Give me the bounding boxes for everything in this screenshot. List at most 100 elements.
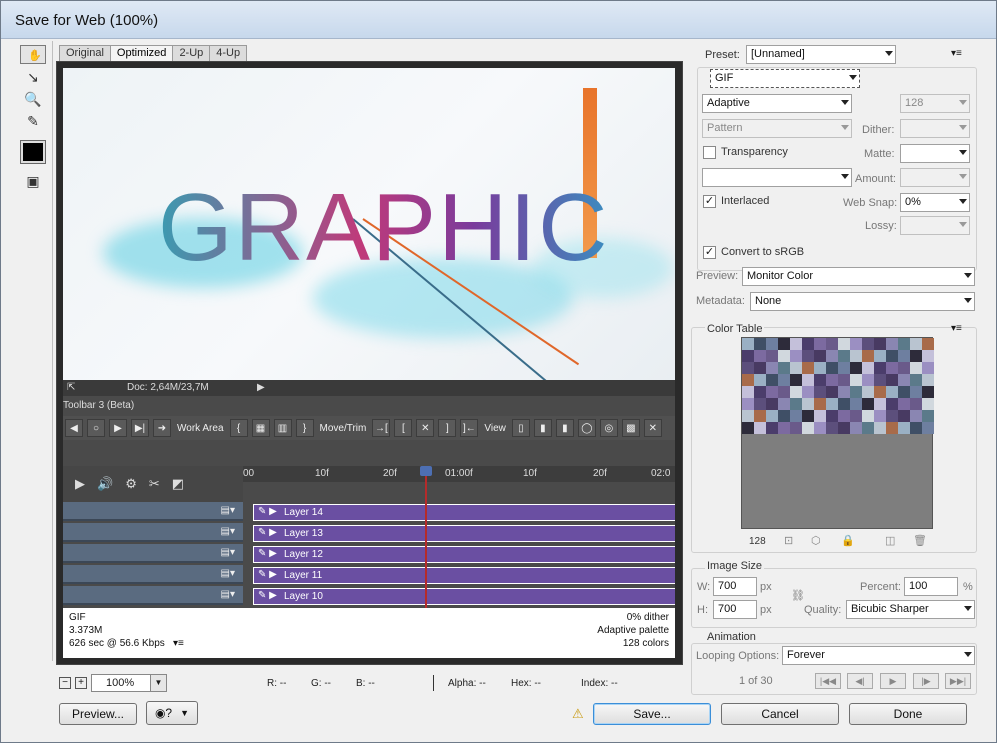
color-swatch[interactable] bbox=[766, 338, 778, 350]
color-swatch[interactable] bbox=[874, 338, 886, 350]
new-color-icon[interactable]: ◫ bbox=[885, 534, 895, 547]
toggle-slices-icon[interactable]: ▣ bbox=[20, 171, 46, 191]
color-swatch[interactable] bbox=[826, 350, 838, 362]
color-swatch[interactable] bbox=[790, 410, 802, 422]
color-swatch[interactable] bbox=[886, 422, 898, 434]
link-icon[interactable]: ⛓ bbox=[791, 589, 805, 602]
color-swatch[interactable] bbox=[862, 410, 874, 422]
color-swatch[interactable] bbox=[754, 350, 766, 362]
color-swatch[interactable] bbox=[802, 338, 814, 350]
color-swatch[interactable] bbox=[814, 386, 826, 398]
first-frame-button[interactable]: |◀◀ bbox=[815, 673, 841, 689]
color-swatch[interactable] bbox=[790, 350, 802, 362]
color-swatch[interactable] bbox=[922, 338, 934, 350]
eyedropper-color-swatch[interactable] bbox=[20, 140, 46, 164]
transparency-dither-select[interactable] bbox=[702, 168, 852, 187]
color-swatch[interactable] bbox=[838, 422, 850, 434]
transition-icon[interactable]: ◩ bbox=[172, 476, 184, 492]
playhead-handle[interactable] bbox=[420, 466, 432, 476]
color-swatch[interactable] bbox=[886, 338, 898, 350]
layer-header[interactable]: ▤▾ bbox=[63, 523, 243, 542]
color-swatch[interactable] bbox=[802, 410, 814, 422]
color-swatch[interactable] bbox=[814, 422, 826, 434]
color-swatch[interactable] bbox=[814, 338, 826, 350]
bracket-open-icon[interactable]: { bbox=[229, 419, 248, 437]
split-icon[interactable]: ✕ bbox=[416, 419, 435, 437]
color-swatch[interactable] bbox=[802, 422, 814, 434]
color-swatch[interactable] bbox=[862, 422, 874, 434]
format-select[interactable]: GIF bbox=[710, 69, 860, 88]
color-swatch[interactable] bbox=[886, 374, 898, 386]
web-snap-select[interactable]: 0% bbox=[900, 193, 970, 212]
color-swatch[interactable] bbox=[886, 350, 898, 362]
film-icon[interactable]: ▤▾ bbox=[221, 547, 235, 558]
color-swatch[interactable] bbox=[922, 350, 934, 362]
color-swatch[interactable] bbox=[910, 410, 922, 422]
color-swatch[interactable] bbox=[874, 410, 886, 422]
matte-select[interactable] bbox=[900, 144, 970, 163]
image-icon[interactable]: ▩ bbox=[621, 419, 640, 437]
color-swatch[interactable] bbox=[742, 362, 754, 374]
color-swatch[interactable] bbox=[910, 374, 922, 386]
color-swatch[interactable] bbox=[910, 422, 922, 434]
tab-original[interactable]: Original bbox=[59, 45, 111, 61]
lossy-field[interactable] bbox=[900, 216, 970, 235]
color-swatch[interactable] bbox=[742, 386, 754, 398]
color-swatch[interactable] bbox=[802, 362, 814, 374]
layer-clip[interactable]: ✎ ▶ Layer 13 bbox=[253, 525, 675, 542]
color-swatch[interactable] bbox=[874, 350, 886, 362]
color-swatch[interactable] bbox=[850, 386, 862, 398]
audio-icon[interactable]: 🔊 bbox=[97, 476, 113, 492]
color-swatch[interactable] bbox=[826, 410, 838, 422]
bookmark-next-icon[interactable]: ▮ bbox=[555, 419, 574, 437]
color-swatch[interactable] bbox=[778, 422, 790, 434]
color-swatch[interactable] bbox=[802, 350, 814, 362]
percent-field[interactable]: 100 bbox=[904, 577, 958, 596]
color-swatch[interactable] bbox=[874, 386, 886, 398]
color-swatch[interactable] bbox=[850, 422, 862, 434]
color-swatch[interactable] bbox=[742, 338, 754, 350]
color-swatch[interactable] bbox=[886, 410, 898, 422]
layer-clip[interactable]: ✎ ▶ Layer 10 bbox=[253, 588, 675, 605]
chevron-down-icon[interactable]: ▼ bbox=[180, 708, 189, 718]
interlaced-checkbox[interactable]: ✓ bbox=[703, 195, 716, 208]
lock-icon[interactable]: 🔒 bbox=[841, 534, 855, 547]
color-swatch[interactable] bbox=[838, 398, 850, 410]
height-field[interactable]: 700 bbox=[713, 600, 757, 619]
tab-optimized[interactable]: Optimized bbox=[109, 45, 174, 61]
prev-frame-icon[interactable]: ◀ bbox=[65, 419, 83, 437]
color-swatch[interactable] bbox=[790, 386, 802, 398]
color-table-menu-icon[interactable]: ▾≡ bbox=[951, 323, 962, 334]
dither-amount-field[interactable] bbox=[900, 119, 970, 138]
color-swatch[interactable] bbox=[910, 338, 922, 350]
color-swatch[interactable] bbox=[838, 350, 850, 362]
zoom-tool-icon[interactable]: 🔍 bbox=[20, 89, 46, 109]
color-swatch[interactable] bbox=[922, 374, 934, 386]
color-swatch[interactable] bbox=[814, 362, 826, 374]
color-swatch[interactable] bbox=[778, 398, 790, 410]
color-swatch[interactable] bbox=[778, 410, 790, 422]
color-swatch[interactable] bbox=[898, 338, 910, 350]
color-swatch[interactable] bbox=[826, 422, 838, 434]
color-swatch[interactable] bbox=[778, 338, 790, 350]
color-swatch[interactable] bbox=[766, 410, 778, 422]
color-swatch[interactable] bbox=[886, 386, 898, 398]
color-swatch[interactable] bbox=[766, 386, 778, 398]
eyedropper-tool-icon[interactable]: ✎ bbox=[20, 111, 46, 131]
share-icon[interactable]: ⇱ bbox=[67, 382, 75, 393]
layer-header[interactable]: ▤▾ bbox=[63, 544, 243, 563]
color-swatch[interactable] bbox=[862, 374, 874, 386]
color-swatch[interactable] bbox=[922, 362, 934, 374]
film-icon[interactable]: ▤▾ bbox=[221, 526, 235, 537]
color-swatch[interactable] bbox=[874, 398, 886, 410]
preview-select[interactable]: Monitor Color bbox=[742, 267, 975, 286]
next-frame-button[interactable]: |▶ bbox=[913, 673, 939, 689]
color-swatch[interactable] bbox=[742, 374, 754, 386]
color-swatch[interactable] bbox=[742, 350, 754, 362]
color-swatch[interactable] bbox=[910, 398, 922, 410]
color-swatch[interactable] bbox=[898, 350, 910, 362]
color-swatch[interactable] bbox=[766, 350, 778, 362]
record-icon[interactable]: ○ bbox=[87, 419, 105, 437]
color-swatch[interactable] bbox=[778, 362, 790, 374]
color-swatch[interactable] bbox=[874, 374, 886, 386]
